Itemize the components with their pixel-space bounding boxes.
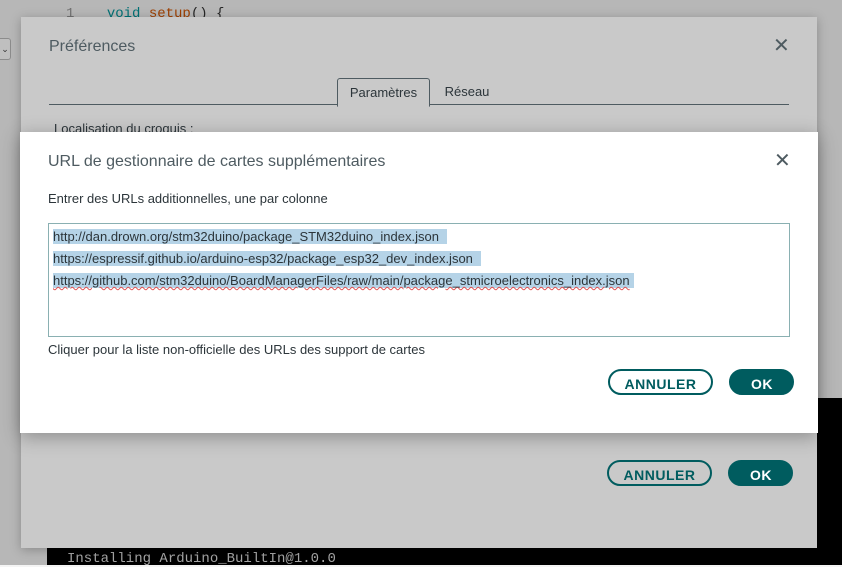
close-icon[interactable]: ✕ xyxy=(774,151,791,171)
url-line: https://espressif.github.io/arduino-esp3… xyxy=(53,248,785,270)
url-line: http://dan.drown.org/stm32duino/package_… xyxy=(53,226,785,248)
tab-parametres[interactable]: Paramètres xyxy=(337,78,430,107)
ok-button[interactable]: OK xyxy=(728,460,794,486)
preferences-footer: ANNULER OK xyxy=(607,460,794,486)
ok-button[interactable]: OK xyxy=(729,369,795,395)
dialog-title: URL de gestionnaire de cartes supplément… xyxy=(48,153,386,170)
unofficial-urls-link[interactable]: Cliquer pour la liste non-officielle des… xyxy=(48,342,425,357)
close-icon[interactable]: ✕ xyxy=(773,36,790,56)
urls-textarea[interactable]: http://dan.drown.org/stm32duino/package_… xyxy=(48,223,790,337)
cancel-button[interactable]: ANNULER xyxy=(607,460,712,486)
cancel-button[interactable]: ANNULER xyxy=(608,369,713,395)
dialog-footer: ANNULER OK xyxy=(608,369,795,395)
preferences-title: Préférences xyxy=(49,38,136,55)
url-text: https://espressif.github.io/arduino-esp3… xyxy=(53,251,481,266)
tab-reseau[interactable]: Réseau xyxy=(437,78,497,105)
additional-urls-dialog: URL de gestionnaire de cartes supplément… xyxy=(20,132,818,433)
url-text: http://dan.drown.org/stm32duino/package_… xyxy=(53,229,447,244)
url-text: https://github.com/stm32duino/BoardManag… xyxy=(53,273,634,288)
url-line: https://github.com/stm32duino/BoardManag… xyxy=(53,270,785,292)
instructions-text: Entrer des URLs additionnelles, une par … xyxy=(48,191,328,206)
